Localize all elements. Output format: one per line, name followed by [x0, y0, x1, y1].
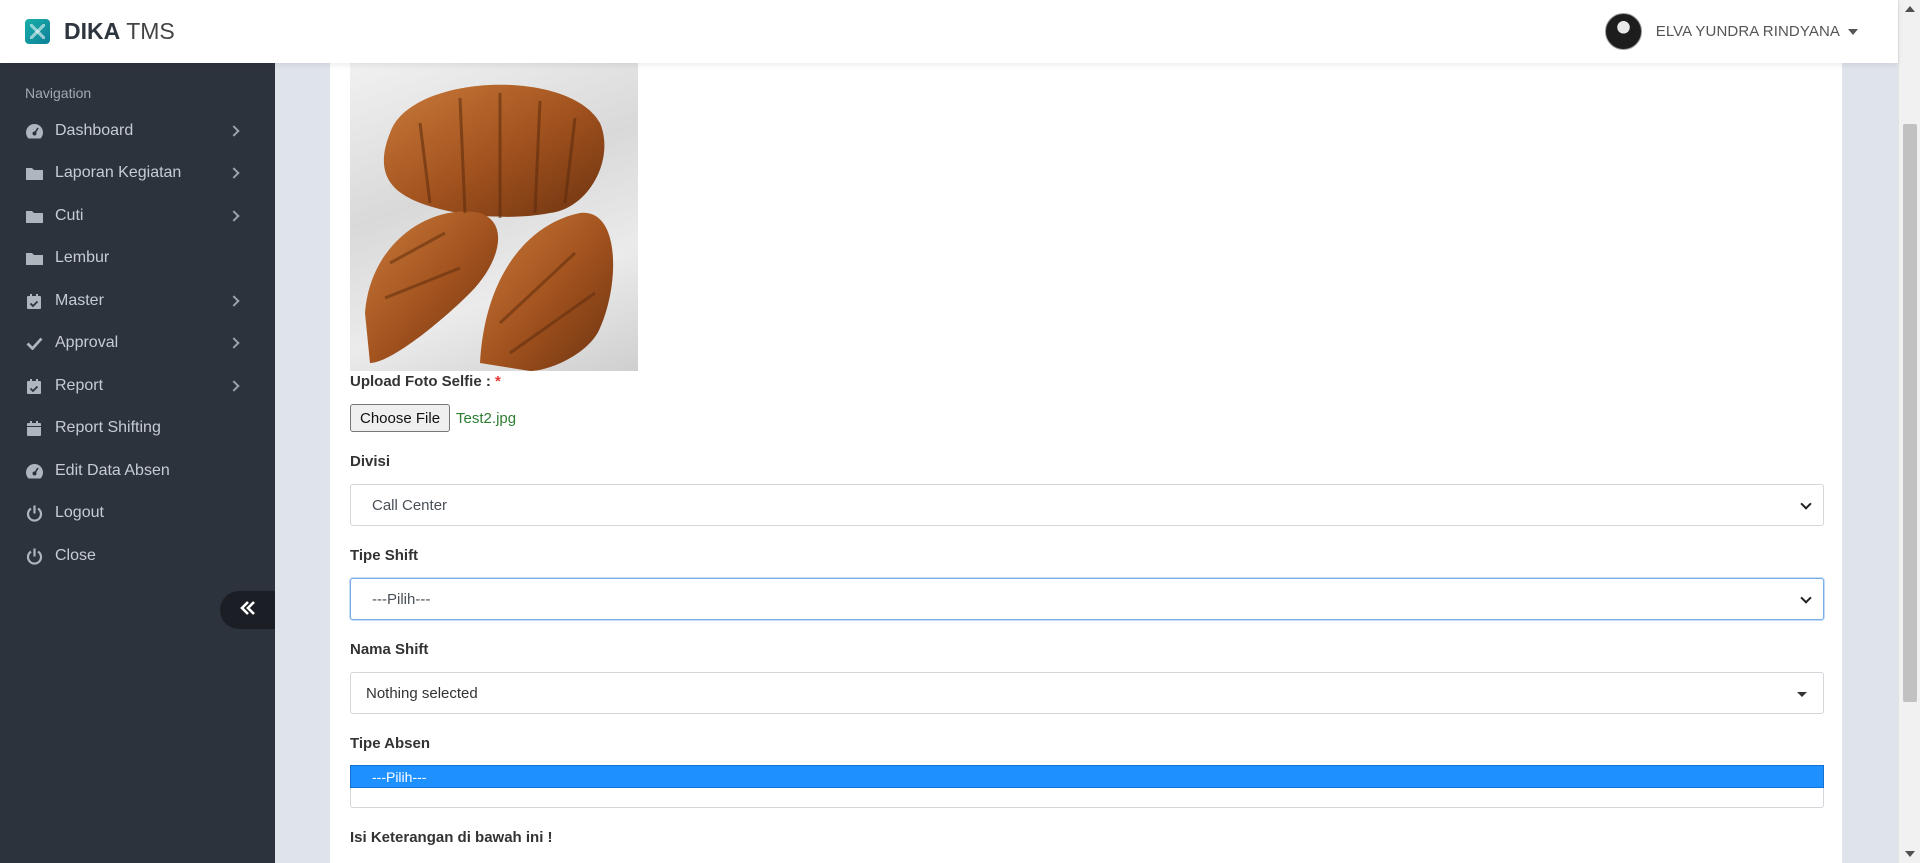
caret-down-icon	[1797, 692, 1807, 697]
sidebar-item-logout[interactable]: Logout	[0, 493, 275, 533]
brand-logo-icon	[25, 19, 50, 44]
power-icon	[24, 546, 44, 566]
calendar-check-icon	[24, 291, 44, 311]
sidebar-item-dashboard[interactable]: Dashboard	[0, 111, 275, 151]
nav-heading: Navigation	[25, 85, 92, 101]
tipe-shift-label: Tipe Shift	[350, 547, 419, 564]
sidebar-item-label: Report Shifting	[55, 419, 161, 436]
chevron-right-icon	[228, 380, 240, 392]
sidebar-item-label: Cuti	[55, 207, 84, 224]
chevron-right-icon	[228, 210, 240, 222]
brand[interactable]: DIKA TMS	[25, 18, 175, 45]
sidebar-item-label: Dashboard	[55, 122, 134, 139]
chevron-right-icon	[228, 337, 240, 349]
sidebar-item-label: Report	[55, 377, 104, 394]
file-upload: Choose File Test2.jpg	[350, 404, 516, 432]
scroll-down-icon[interactable]	[1905, 851, 1915, 857]
chevron-right-icon	[228, 167, 240, 179]
chevron-down-icon	[1800, 592, 1812, 604]
sidebar-item-label: Edit Data Absen	[55, 462, 170, 479]
sidebar-item-label: Laporan Kegiatan	[55, 164, 182, 181]
tipe-shift-select[interactable]: ---Pilih---	[350, 578, 1824, 620]
sidebar-item-label: Logout	[55, 504, 104, 521]
sidebar-item-lembur[interactable]: Lembur	[0, 238, 275, 278]
scroll-up-icon[interactable]	[1905, 6, 1915, 12]
sidebar-item-label: Lembur	[55, 249, 110, 266]
dashboard-icon	[24, 461, 44, 481]
dashboard-icon	[24, 121, 44, 141]
chevron-right-icon	[228, 295, 240, 307]
sidebar-item-label: Master	[55, 292, 104, 309]
folder-icon	[24, 163, 44, 183]
chevron-down-icon	[1800, 498, 1812, 510]
sidebar-item-report-shifting[interactable]: Report Shifting	[0, 408, 275, 448]
sidebar-item-cuti[interactable]: Cuti	[0, 196, 275, 236]
tipe-shift-value: ---Pilih---	[372, 590, 431, 608]
avatar[interactable]	[1604, 13, 1642, 50]
sidebar-item-label: Approval	[55, 334, 119, 351]
sidebar-item-report[interactable]: Report	[0, 366, 275, 406]
nama-shift-label: Nama Shift	[350, 641, 429, 658]
tipe-absen-option-highlighted[interactable]: ---Pilih---	[350, 765, 1824, 788]
sidebar-item-label: Close	[55, 547, 96, 564]
divisi-value: Call Center	[372, 496, 448, 514]
calendar-icon	[24, 418, 44, 438]
user-name[interactable]: ELVA YUNDRA RINDYANA	[1656, 23, 1840, 40]
nama-shift-value: Nothing selected	[366, 684, 478, 702]
sidebar-item-master[interactable]: Master	[0, 281, 275, 321]
choose-file-button[interactable]: Choose File	[350, 404, 451, 432]
power-icon	[24, 503, 44, 523]
chevron-right-icon	[228, 125, 240, 137]
file-name: Test2.jpg	[456, 409, 517, 427]
sidebar-item-laporan-kegiatan[interactable]: Laporan Kegiatan	[0, 153, 275, 193]
top-navbar: DIKA TMS ELVA YUNDRA RINDYANA	[0, 0, 1898, 63]
scrollbar-thumb[interactable]	[1903, 124, 1917, 702]
upload-selfie-label: Upload Foto Selfie : *	[350, 373, 501, 390]
sidebar-collapse-button[interactable]	[220, 591, 275, 629]
folder-icon	[24, 206, 44, 226]
divisi-label: Divisi	[350, 453, 391, 470]
tipe-absen-label: Tipe Absen	[350, 735, 431, 752]
check-icon	[24, 333, 44, 353]
divisi-select[interactable]: Call Center	[350, 484, 1824, 526]
calendar-check-icon	[24, 376, 44, 396]
sidebar: Navigation Dashboard Laporan Kegiatan Cu…	[0, 63, 275, 863]
nama-shift-select[interactable]: Nothing selected	[350, 672, 1824, 714]
sidebar-item-close[interactable]: Close	[0, 536, 275, 576]
sidebar-item-edit-data-absen[interactable]: Edit Data Absen	[0, 451, 275, 491]
double-chevron-left-icon	[239, 600, 256, 620]
caret-down-icon[interactable]	[1848, 28, 1858, 35]
sidebar-item-approval[interactable]: Approval	[0, 323, 275, 363]
brand-name: DIKA TMS	[64, 18, 175, 44]
page-scrollbar[interactable]	[1898, 0, 1920, 863]
keterangan-label: Isi Keterangan di bawah ini !	[350, 829, 553, 846]
folder-icon	[24, 248, 44, 268]
selfie-preview-image	[350, 63, 638, 371]
user-menu[interactable]: ELVA YUNDRA RINDYANA	[1604, 13, 1858, 50]
